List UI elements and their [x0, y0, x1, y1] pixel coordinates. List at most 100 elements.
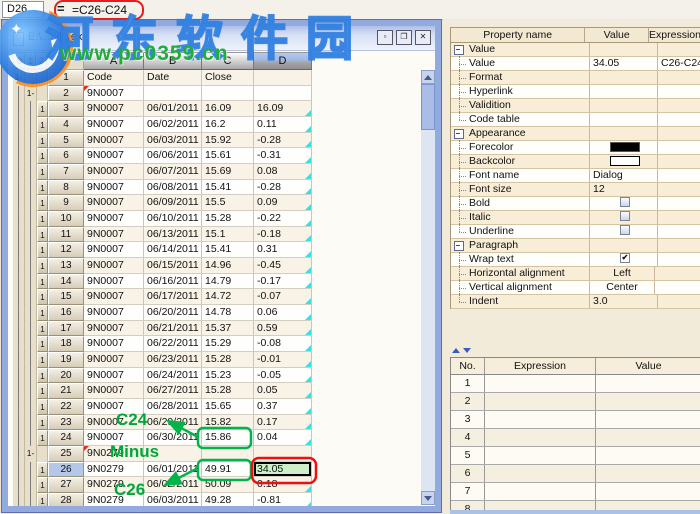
row-header[interactable]: 23: [48, 415, 84, 431]
outline-cell[interactable]: 1: [37, 242, 48, 258]
outline-cell[interactable]: [13, 133, 25, 149]
outline-cell[interactable]: 1: [37, 305, 48, 321]
cell-date[interactable]: 06/03/2011: [144, 133, 202, 149]
cell-close[interactable]: 15.61: [202, 148, 254, 164]
cell-close[interactable]: 15.5: [202, 195, 254, 211]
cell-date[interactable]: 06/08/2011: [144, 180, 202, 196]
property-expression[interactable]: [658, 141, 700, 154]
cell-code[interactable]: 9N0007: [84, 164, 144, 180]
property-expression[interactable]: [658, 169, 700, 182]
cell-close[interactable]: 15.41: [202, 242, 254, 258]
watch-row[interactable]: 1: [451, 375, 700, 393]
cell-d[interactable]: -0.28: [254, 133, 312, 149]
vertical-scrollbar[interactable]: [421, 70, 435, 505]
property-row[interactable]: Backcolor: [451, 155, 700, 169]
outline-cell[interactable]: [13, 274, 25, 290]
cell-code[interactable]: 9N0279: [84, 446, 144, 462]
property-value[interactable]: [590, 113, 658, 126]
cell-close[interactable]: 15.92: [202, 133, 254, 149]
cell-close[interactable]: 15.69: [202, 164, 254, 180]
cell-code[interactable]: 9N0007: [84, 242, 144, 258]
property-expression[interactable]: C26-C24: [658, 57, 700, 70]
cell-code[interactable]: 9N0007: [84, 352, 144, 368]
outline-cell[interactable]: 1: [37, 148, 48, 164]
cell-date[interactable]: 06/15/2011: [144, 258, 202, 274]
outline-cell[interactable]: 1: [37, 399, 48, 415]
outline-cell[interactable]: [13, 164, 25, 180]
row-header[interactable]: 28: [48, 493, 84, 506]
collapse-control[interactable]: [451, 43, 467, 56]
scroll-up-icon[interactable]: [421, 70, 435, 84]
property-value[interactable]: [590, 43, 658, 56]
cell-close[interactable]: 15.28: [202, 211, 254, 227]
outline-cell[interactable]: 1: [37, 274, 48, 290]
cell-close[interactable]: 15.28: [202, 352, 254, 368]
property-value[interactable]: Left: [590, 267, 655, 280]
cell-d[interactable]: -0.05: [254, 368, 312, 384]
property-row[interactable]: Font nameDialog: [451, 169, 700, 183]
sheet-window-titlebar[interactable]: E:\...all.gex ▫ ❐ ✕: [8, 26, 435, 51]
property-row[interactable]: Code table: [451, 113, 700, 127]
cell-d[interactable]: 0.18: [254, 477, 312, 493]
watch-row[interactable]: 5: [451, 447, 700, 465]
cell-close[interactable]: 15.41: [202, 180, 254, 196]
outline-cell[interactable]: [37, 70, 48, 86]
cell-close[interactable]: 15.86: [202, 430, 254, 446]
row-header[interactable]: 6: [48, 148, 84, 164]
outline-cell[interactable]: [13, 101, 25, 117]
row-header[interactable]: 9: [48, 195, 84, 211]
outline-cell[interactable]: [25, 70, 37, 86]
outline-cell[interactable]: 1: [37, 430, 48, 446]
cell-code[interactable]: 9N0007: [84, 368, 144, 384]
column-header-d[interactable]: D: [254, 52, 312, 70]
outline-cell[interactable]: [13, 195, 25, 211]
cell-code[interactable]: 9N0007: [84, 336, 144, 352]
outline-cell[interactable]: 1: [37, 321, 48, 337]
cell-date[interactable]: 06/21/2011: [144, 321, 202, 337]
property-row[interactable]: Forecolor: [451, 141, 700, 155]
column-header-c[interactable]: C: [202, 52, 254, 70]
outline-cell[interactable]: [25, 195, 37, 211]
cell-date[interactable]: Date: [144, 70, 202, 86]
minus-box-icon[interactable]: [454, 45, 464, 55]
property-expression[interactable]: [658, 225, 700, 238]
watch-expression-cell[interactable]: [485, 447, 596, 464]
outline-cell[interactable]: [25, 305, 37, 321]
outline-level-button-2[interactable]: 2: [36, 53, 47, 69]
cell-date[interactable]: 06/14/2011: [144, 242, 202, 258]
property-value[interactable]: 12: [590, 183, 658, 196]
watch-value-cell[interactable]: [596, 483, 700, 500]
outline-cell[interactable]: [13, 352, 25, 368]
outline-cell[interactable]: 1: [37, 477, 48, 493]
outline-cell[interactable]: [25, 211, 37, 227]
outline-cell[interactable]: 1: [37, 117, 48, 133]
property-row[interactable]: Bold: [451, 197, 700, 211]
row-header[interactable]: 20: [48, 368, 84, 384]
cell-code[interactable]: Code: [84, 70, 144, 86]
cell-date[interactable]: 06/03/2011: [144, 493, 202, 506]
row-header[interactable]: 15: [48, 289, 84, 305]
property-row[interactable]: Validition: [451, 99, 700, 113]
outline-cell[interactable]: 1: [37, 289, 48, 305]
cell-d[interactable]: 0.11: [254, 117, 312, 133]
outline-cell[interactable]: [25, 242, 37, 258]
property-expression[interactable]: [658, 183, 700, 196]
cell-date[interactable]: 06/24/2011: [144, 368, 202, 384]
row-header[interactable]: 10: [48, 211, 84, 227]
outline-cell[interactable]: [13, 305, 25, 321]
cell-close[interactable]: 15.65: [202, 399, 254, 415]
property-row[interactable]: Italic: [451, 211, 700, 225]
scroll-down-icon[interactable]: [421, 491, 435, 505]
property-row[interactable]: Value: [451, 43, 700, 57]
cell-close[interactable]: 15.29: [202, 336, 254, 352]
cell-date[interactable]: 06/20/2011: [144, 305, 202, 321]
cell-date[interactable]: 06/09/2011: [144, 195, 202, 211]
property-expression[interactable]: [658, 43, 700, 56]
watch-value-cell[interactable]: [596, 411, 700, 428]
outline-cell[interactable]: [25, 352, 37, 368]
outline-cell[interactable]: 1-: [25, 86, 37, 102]
cell-date[interactable]: 06/02/2011: [144, 117, 202, 133]
outline-cell[interactable]: [25, 133, 37, 149]
outline-cell[interactable]: [37, 446, 48, 462]
cell-d[interactable]: [254, 70, 312, 86]
